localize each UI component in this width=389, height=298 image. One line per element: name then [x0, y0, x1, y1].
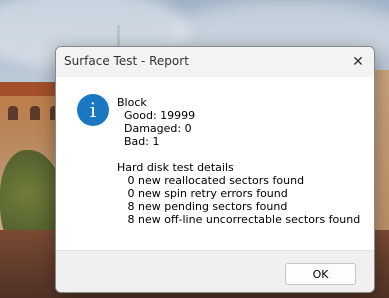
dialog-footer: OK	[56, 250, 374, 292]
message-line: 0 new reallocated sectors found	[117, 174, 305, 187]
info-icon-glyph: i	[89, 98, 97, 122]
message-line: Block	[117, 96, 147, 109]
message-line: Good: 19999	[117, 109, 196, 122]
ok-button[interactable]: OK	[285, 263, 356, 285]
dialog-content: i Block Good: 19999 Damaged: 0 Bad: 1 Ha…	[56, 77, 374, 250]
title-bar[interactable]: Surface Test - Report ✕	[56, 47, 374, 77]
window	[30, 106, 40, 120]
window	[8, 106, 18, 120]
message-line: Bad: 1	[117, 135, 160, 148]
report-message: Block Good: 19999 Damaged: 0 Bad: 1 Hard…	[117, 96, 360, 226]
message-line: 8 new pending sectors found	[117, 200, 288, 213]
message-line: Damaged: 0	[117, 122, 192, 135]
info-icon: i	[77, 94, 109, 126]
message-line	[117, 148, 360, 161]
message-line: Hard disk test details	[117, 161, 234, 174]
close-button[interactable]: ✕	[342, 47, 374, 77]
surface-test-report-dialog: Surface Test - Report ✕ i Block Good: 19…	[55, 46, 375, 293]
dialog-title: Surface Test - Report	[64, 54, 189, 68]
close-icon: ✕	[352, 54, 364, 70]
message-line: 0 new spin retry errors found	[117, 187, 288, 200]
message-line: 8 new off-line uncorrectable sectors fou…	[117, 213, 361, 226]
